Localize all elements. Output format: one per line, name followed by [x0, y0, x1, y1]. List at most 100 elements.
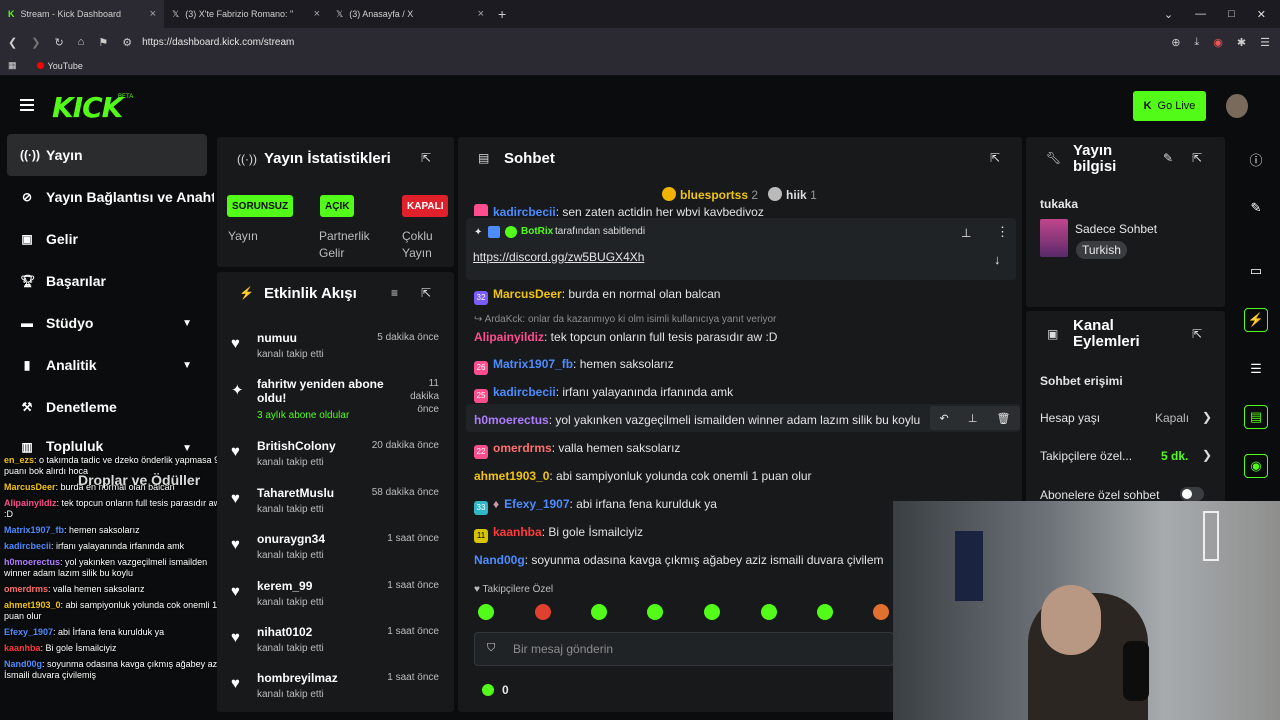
expand-arrow-icon[interactable]: ↓ — [994, 252, 1001, 267]
browser-tab-kick[interactable]: K Stream - Kick Dashboard × — [0, 0, 164, 28]
emote-icon[interactable] — [761, 604, 777, 620]
gifter-1[interactable]: bluesportss 2 — [662, 187, 758, 202]
account-age-label[interactable]: Hesap yaşı — [1040, 411, 1100, 425]
reply-icon[interactable]: ↶ — [940, 412, 949, 425]
filter-icon[interactable]: ≡ — [391, 286, 398, 300]
bookmark-youtube[interactable]: YouTube — [36, 61, 83, 71]
info-icon[interactable]: ⓘ — [1244, 147, 1268, 171]
user-avatar[interactable] — [1226, 94, 1248, 118]
minimize-icon[interactable]: — — [1195, 8, 1206, 21]
sidebar-item-yayin[interactable]: ((·)) Yayın — [7, 134, 207, 176]
chat-message: Nand00g: soyunma odasına kavga çıkmış ağ… — [474, 553, 884, 567]
emote-icon[interactable] — [647, 604, 663, 620]
forward-icon[interactable]: ❯ — [31, 36, 40, 49]
broadcast-rail-icon[interactable]: ◉ — [1244, 454, 1268, 478]
sidebar-item-analitik[interactable]: ▮ Analitik ▼ — [0, 344, 214, 386]
close-tab-icon[interactable]: × — [150, 8, 156, 20]
popout-icon[interactable]: ⇱ — [990, 151, 1000, 165]
popout-icon[interactable]: ⇱ — [421, 151, 431, 165]
subscribers-only-label[interactable]: Abonelere özel sohbet — [1040, 488, 1159, 502]
emote-icon[interactable] — [535, 604, 551, 620]
heart-icon: ♥ — [231, 629, 240, 646]
home-icon[interactable]: ⌂ — [78, 36, 85, 48]
more-options-icon[interactable]: ⋮ — [996, 224, 1009, 240]
edit-icon[interactable]: ✎ — [1163, 151, 1173, 165]
emote-icon[interactable] — [704, 604, 720, 620]
emote-icon[interactable] — [591, 604, 607, 620]
chevron-right-icon[interactable]: ❯ — [1202, 410, 1212, 424]
save-icon[interactable]: ⤓ — [1194, 36, 1199, 49]
activity-item: ♥ hombreyilmaz kanalı takip etti 1 saat … — [217, 671, 453, 718]
pinned-suffix: tarafından sabitlendi — [555, 226, 646, 237]
bookmarks-bar: ▦ YouTube — [0, 56, 1280, 76]
delete-icon[interactable]: 🗑︎ — [996, 412, 1010, 425]
kick-logo[interactable]: KICK — [52, 91, 123, 124]
info-title: Yayın bilgisi — [1073, 142, 1117, 175]
bookmark-icon[interactable]: ⚑ — [98, 36, 108, 49]
close-tab-icon[interactable]: × — [314, 8, 320, 20]
sidebar-item-denetleme[interactable]: ⚒ Denetleme — [0, 386, 214, 428]
sidebar-item-studyo[interactable]: ▬ Stüdyo ▼ — [0, 302, 214, 344]
chat-input[interactable]: ⛉ Bir mesaj gönderin — [474, 632, 894, 666]
chat-message: 25 kadircbecii: irfanı yalayanında irfanı… — [474, 385, 733, 403]
new-tab-button[interactable]: + — [498, 6, 506, 22]
sidebar-item-gelir[interactable]: ▣ Gelir — [0, 218, 214, 260]
chat-rail-icon[interactable]: ▤ — [1244, 405, 1268, 429]
back-icon[interactable]: ❮ — [8, 36, 17, 49]
lightning-rail-icon[interactable]: ⚡ — [1244, 308, 1268, 332]
chevron-right-icon[interactable]: ❯ — [1202, 448, 1212, 462]
channel-points[interactable]: 0 — [482, 683, 509, 697]
popout-icon[interactable]: ⇱ — [421, 286, 431, 300]
browser-tab-x-fabrizio[interactable]: 𝕏 (3) X'te Fabrizio Romano: " × — [164, 0, 328, 28]
browser-tab-bar: K Stream - Kick Dashboard × 𝕏 (3) X'te F… — [0, 0, 1280, 28]
popout-icon[interactable]: ⇱ — [1192, 327, 1202, 341]
heart-icon: ♥ — [231, 583, 240, 600]
go-live-button[interactable]: K Go Live — [1133, 91, 1206, 121]
emote-icon[interactable] — [817, 604, 833, 620]
chevron-down-icon[interactable]: ▼ — [182, 443, 192, 454]
followers-only-label[interactable]: Takipçilere özel... — [1040, 449, 1132, 463]
sidebar-item-label: Analitik — [46, 357, 97, 373]
chevron-down-icon[interactable]: ▼ — [182, 360, 192, 371]
account-age-value[interactable]: Kapalı — [1155, 411, 1189, 425]
reload-icon[interactable]: ↻ — [54, 36, 63, 49]
emote-icon[interactable] — [478, 604, 494, 620]
sidebar-item-topluluk[interactable]: ▥ Topluluk ▼ — [0, 428, 214, 454]
subscribers-only-toggle[interactable] — [1180, 487, 1204, 501]
list-rail-icon[interactable]: ☰ — [1244, 357, 1268, 381]
apps-grid-icon[interactable]: ▦ — [8, 60, 17, 71]
chat-message: Alipainyildiz: tek topcun onların full t… — [474, 330, 778, 344]
gifter-2[interactable]: hiik 1 — [768, 187, 817, 202]
activity-time: 1 saat önce — [387, 626, 439, 637]
webcam-overlay — [893, 501, 1280, 720]
popout-icon[interactable]: ⇱ — [1192, 151, 1202, 165]
close-window-icon[interactable]: ✕ — [1257, 8, 1266, 21]
extension-icon[interactable]: ◉ — [1213, 36, 1223, 49]
url-field[interactable]: https://dashboard.kick.com/stream — [142, 37, 294, 48]
followers-only-value[interactable]: 5 dk. — [1161, 449, 1188, 463]
activity-item: ♥ TaharetMuslu kanalı takip etti 58 daki… — [217, 486, 453, 533]
emote-icon[interactable] — [873, 604, 889, 620]
close-tab-icon[interactable]: × — [478, 8, 484, 20]
browser-tab-x-home[interactable]: 𝕏 (3) Anasayfa / X × — [328, 0, 492, 28]
chevron-down-icon[interactable]: ▼ — [182, 318, 192, 329]
tab-list-icon[interactable]: ⌄ — [1164, 8, 1173, 21]
zoom-icon[interactable]: ⊕ — [1171, 36, 1180, 49]
stats-rail-icon[interactable]: ▭ — [1244, 259, 1268, 283]
pinned-link[interactable]: https://discord.gg/zw5BUGX4Xh — [473, 250, 644, 264]
sidebar-item-stream-link[interactable]: ⊘ Yayın Bağlantısı ve Anahtar — [0, 176, 214, 218]
site-info-icon[interactable]: ⚙ — [122, 36, 132, 49]
unpin-icon[interactable]: ⊥ — [961, 226, 971, 240]
activity-title: Etkinlik Akışı — [264, 285, 357, 302]
maximize-icon[interactable]: □ — [1228, 8, 1235, 21]
kick-k-icon: K — [1143, 100, 1152, 112]
pencil-icon[interactable]: ✎ — [1244, 196, 1268, 220]
sidebar-item-droplar[interactable]: Droplar ve Ödüller — [78, 473, 200, 487]
extensions-icon[interactable]: ✱ — [1237, 36, 1246, 49]
pin-message-icon[interactable]: ⊥ — [968, 412, 978, 425]
category-name[interactable]: Sadece Sohbet — [1075, 222, 1157, 236]
sidebar-item-basarilar[interactable]: 🏆︎ Başarılar — [0, 260, 214, 302]
hamburger-menu-icon[interactable] — [20, 99, 34, 111]
chat-message: ahmet1903_0: abi sampiyonluk yolunda cok… — [474, 469, 812, 483]
menu-icon[interactable]: ☰ — [1260, 36, 1270, 49]
